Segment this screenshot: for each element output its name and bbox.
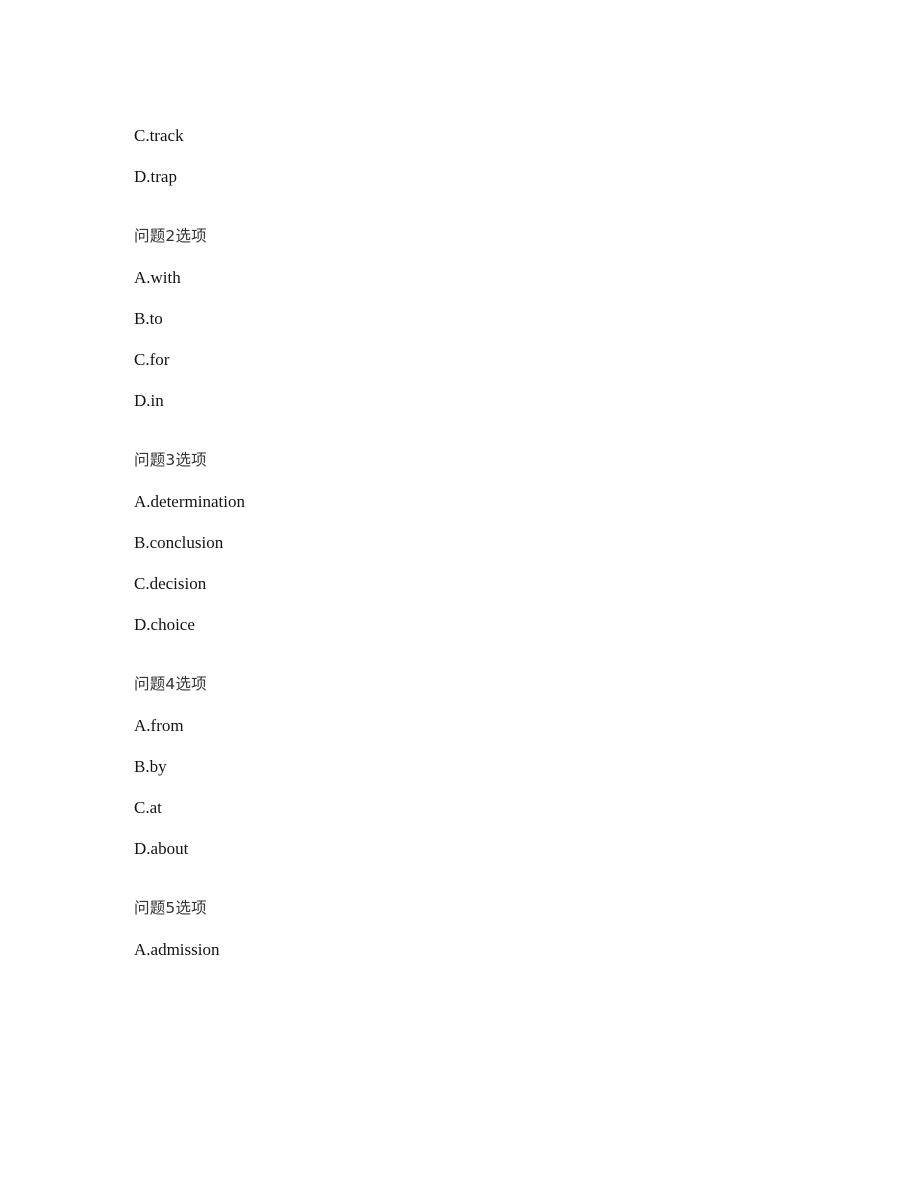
question-heading: 问题3选项 — [134, 451, 207, 469]
option-list: A.with B.to C.for D.in — [134, 268, 834, 411]
question-group: 问题3选项 A.determination B.conclusion C.dec… — [134, 451, 834, 635]
option-item: D.in — [134, 391, 164, 410]
question-heading: 问题4选项 — [134, 675, 207, 693]
question-heading: 问题5选项 — [134, 899, 207, 917]
option-item: B.by — [134, 757, 167, 776]
question-group: 问题2选项 A.with B.to C.for D.in — [134, 227, 834, 411]
question-heading: 问题2选项 — [134, 227, 207, 245]
option-list: A.from B.by C.at D.about — [134, 716, 834, 859]
option-item: D.choice — [134, 615, 195, 634]
option-item: C.decision — [134, 574, 207, 593]
option-item: A.determination — [134, 492, 245, 511]
question-group: 问题5选项 A.admission — [134, 899, 834, 960]
option-item: D.trap — [134, 167, 177, 186]
option-item: B.conclusion — [134, 533, 224, 552]
question-group: 问题4选项 A.from B.by C.at D.about — [134, 675, 834, 859]
document-content: C.track D.trap 问题2选项 A.with B.to C.for D… — [134, 126, 834, 960]
question-group: C.track D.trap — [134, 126, 834, 187]
option-item: D.about — [134, 839, 189, 858]
option-list: A.determination B.conclusion C.decision … — [134, 492, 834, 635]
option-item: A.with — [134, 268, 181, 287]
option-item: C.at — [134, 798, 162, 817]
option-item: A.from — [134, 716, 184, 735]
option-item: A.admission — [134, 940, 220, 959]
option-item: C.for — [134, 350, 170, 369]
option-list: A.admission — [134, 940, 834, 960]
option-item: C.track — [134, 126, 184, 145]
option-item: B.to — [134, 309, 163, 328]
document-page: C.track D.trap 问题2选项 A.with B.to C.for D… — [0, 0, 920, 1191]
option-list: C.track D.trap — [134, 126, 834, 187]
